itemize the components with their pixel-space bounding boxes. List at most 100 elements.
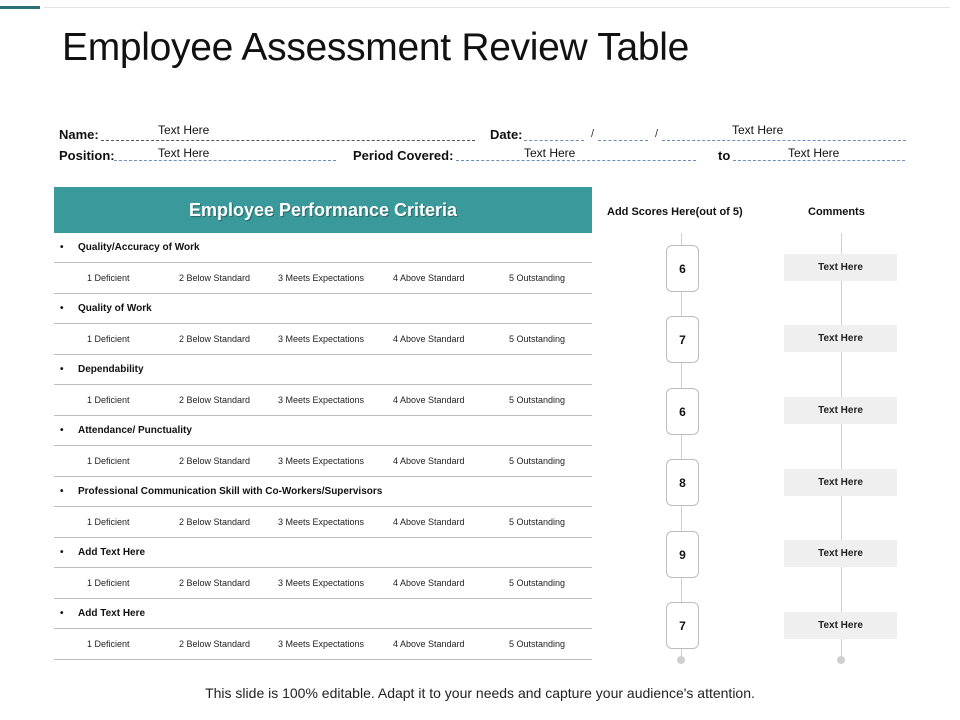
position-field[interactable]: Text Here	[158, 146, 209, 160]
rating-option[interactable]: 3 Meets Expectations	[278, 273, 364, 283]
rating-option[interactable]: 5 Outstanding	[509, 578, 565, 588]
rating-scale-row: 1 Deficient 2 Below Standard 3 Meets Expec…	[54, 568, 592, 599]
rating-option[interactable]: 4 Above Standard	[393, 395, 465, 405]
to-field[interactable]: Text Here	[788, 146, 839, 160]
rating-option[interactable]: 2 Below Standard	[179, 395, 250, 405]
position-label: Position:	[59, 148, 115, 163]
date-year-line	[662, 140, 906, 141]
rating-option[interactable]: 1 Deficient	[87, 273, 130, 283]
comment-box[interactable]: Text Here	[784, 540, 897, 567]
criteria-list: • Quality/Accuracy of Work 1 Deficient 2 Be…	[54, 233, 592, 660]
rating-option[interactable]: 2 Below Standard	[179, 273, 250, 283]
criterion-row: • Dependability	[54, 355, 592, 385]
criterion-label: Attendance/ Punctuality	[78, 425, 192, 436]
criterion-label: Professional Communication Skill with Co…	[78, 486, 383, 497]
rating-option[interactable]: 1 Deficient	[87, 395, 130, 405]
rating-option[interactable]: 3 Meets Expectations	[278, 334, 364, 344]
name-field[interactable]: Text Here	[158, 123, 209, 137]
criterion-row: • Add Text Here	[54, 599, 592, 629]
date-day-line	[524, 140, 584, 141]
date-month-line	[598, 140, 648, 141]
bullet-icon: •	[60, 608, 64, 619]
score-box[interactable]: 7	[666, 602, 699, 649]
rating-option[interactable]: 2 Below Standard	[179, 456, 250, 466]
rating-option[interactable]: 2 Below Standard	[179, 517, 250, 527]
rating-option[interactable]: 5 Outstanding	[509, 273, 565, 283]
score-box[interactable]: 7	[666, 316, 699, 363]
date-field[interactable]: Text Here	[732, 123, 783, 137]
top-accent-bar	[0, 6, 40, 9]
bullet-icon: •	[60, 425, 64, 436]
rating-option[interactable]: 4 Above Standard	[393, 578, 465, 588]
position-line	[114, 160, 336, 161]
date-separator-2: /	[655, 128, 659, 140]
comment-box[interactable]: Text Here	[784, 254, 897, 281]
period-label: Period Covered:	[353, 148, 454, 163]
comment-box[interactable]: Text Here	[784, 469, 897, 496]
page-title: Employee Assessment Review Table	[62, 26, 689, 69]
score-box[interactable]: 6	[666, 245, 699, 292]
criterion-label: Add Text Here	[78, 547, 146, 558]
rating-option[interactable]: 5 Outstanding	[509, 456, 565, 466]
rating-option[interactable]: 1 Deficient	[87, 334, 130, 344]
rating-option[interactable]: 5 Outstanding	[509, 395, 565, 405]
bullet-icon: •	[60, 364, 64, 375]
criterion-row: • Attendance/ Punctuality	[54, 416, 592, 446]
rating-option[interactable]: 1 Deficient	[87, 639, 130, 649]
rating-option[interactable]: 4 Above Standard	[393, 517, 465, 527]
score-box[interactable]: 6	[666, 388, 699, 435]
rating-option[interactable]: 4 Above Standard	[393, 456, 465, 466]
rating-option[interactable]: 1 Deficient	[87, 517, 130, 527]
rating-option[interactable]: 5 Outstanding	[509, 639, 565, 649]
footer-note: This slide is 100% editable. Adapt it to…	[205, 685, 755, 701]
criterion-row: • Quality of Work	[54, 294, 592, 324]
score-box[interactable]: 9	[666, 531, 699, 578]
rating-option[interactable]: 3 Meets Expectations	[278, 395, 364, 405]
rating-option[interactable]: 5 Outstanding	[509, 334, 565, 344]
rating-option[interactable]: 3 Meets Expectations	[278, 517, 364, 527]
scores-timeline	[681, 233, 682, 659]
name-label: Name:	[59, 127, 99, 142]
bullet-icon: •	[60, 486, 64, 497]
rating-option[interactable]: 1 Deficient	[87, 578, 130, 588]
rating-option[interactable]: 5 Outstanding	[509, 517, 565, 527]
rating-option[interactable]: 3 Meets Expectations	[278, 639, 364, 649]
rating-option[interactable]: 4 Above Standard	[393, 639, 465, 649]
criterion-label: Quality/Accuracy of Work	[78, 242, 200, 253]
bullet-icon: •	[60, 547, 64, 558]
rating-scale-row: 1 Deficient 2 Below Standard 3 Meets Expec…	[54, 263, 592, 294]
comments-timeline-end	[837, 656, 845, 664]
rating-option[interactable]: 4 Above Standard	[393, 273, 465, 283]
criterion-label: Dependability	[78, 364, 144, 375]
comment-box[interactable]: Text Here	[784, 612, 897, 639]
period-line	[456, 160, 696, 161]
name-line	[101, 140, 475, 141]
to-label: to	[718, 148, 731, 163]
rating-option[interactable]: 1 Deficient	[87, 456, 130, 466]
to-line	[733, 160, 905, 161]
criterion-label: Add Text Here	[78, 608, 146, 619]
comments-timeline	[841, 233, 842, 659]
rating-scale-row: 1 Deficient 2 Below Standard 3 Meets Expec…	[54, 507, 592, 538]
period-field[interactable]: Text Here	[524, 146, 575, 160]
date-separator-1: /	[591, 128, 595, 140]
comment-box[interactable]: Text Here	[784, 325, 897, 352]
criterion-row: • Quality/Accuracy of Work	[54, 233, 592, 263]
rating-option[interactable]: 3 Meets Expectations	[278, 578, 364, 588]
comment-box[interactable]: Text Here	[784, 397, 897, 424]
rating-option[interactable]: 2 Below Standard	[179, 578, 250, 588]
date-label: Date:	[490, 127, 523, 142]
rating-scale-row: 1 Deficient 2 Below Standard 3 Meets Expec…	[54, 324, 592, 355]
bullet-icon: •	[60, 242, 64, 253]
rating-scale-row: 1 Deficient 2 Below Standard 3 Meets Expec…	[54, 446, 592, 477]
scores-timeline-end	[677, 656, 685, 664]
rating-option[interactable]: 2 Below Standard	[179, 639, 250, 649]
scores-header: Add Scores Here(out of 5)	[607, 206, 743, 218]
rating-option[interactable]: 3 Meets Expectations	[278, 456, 364, 466]
score-box[interactable]: 8	[666, 459, 699, 506]
rating-option[interactable]: 2 Below Standard	[179, 334, 250, 344]
rating-scale-row: 1 Deficient 2 Below Standard 3 Meets Expec…	[54, 385, 592, 416]
rating-scale-row: 1 Deficient 2 Below Standard 3 Meets Expec…	[54, 629, 592, 660]
rating-option[interactable]: 4 Above Standard	[393, 334, 465, 344]
bullet-icon: •	[60, 303, 64, 314]
